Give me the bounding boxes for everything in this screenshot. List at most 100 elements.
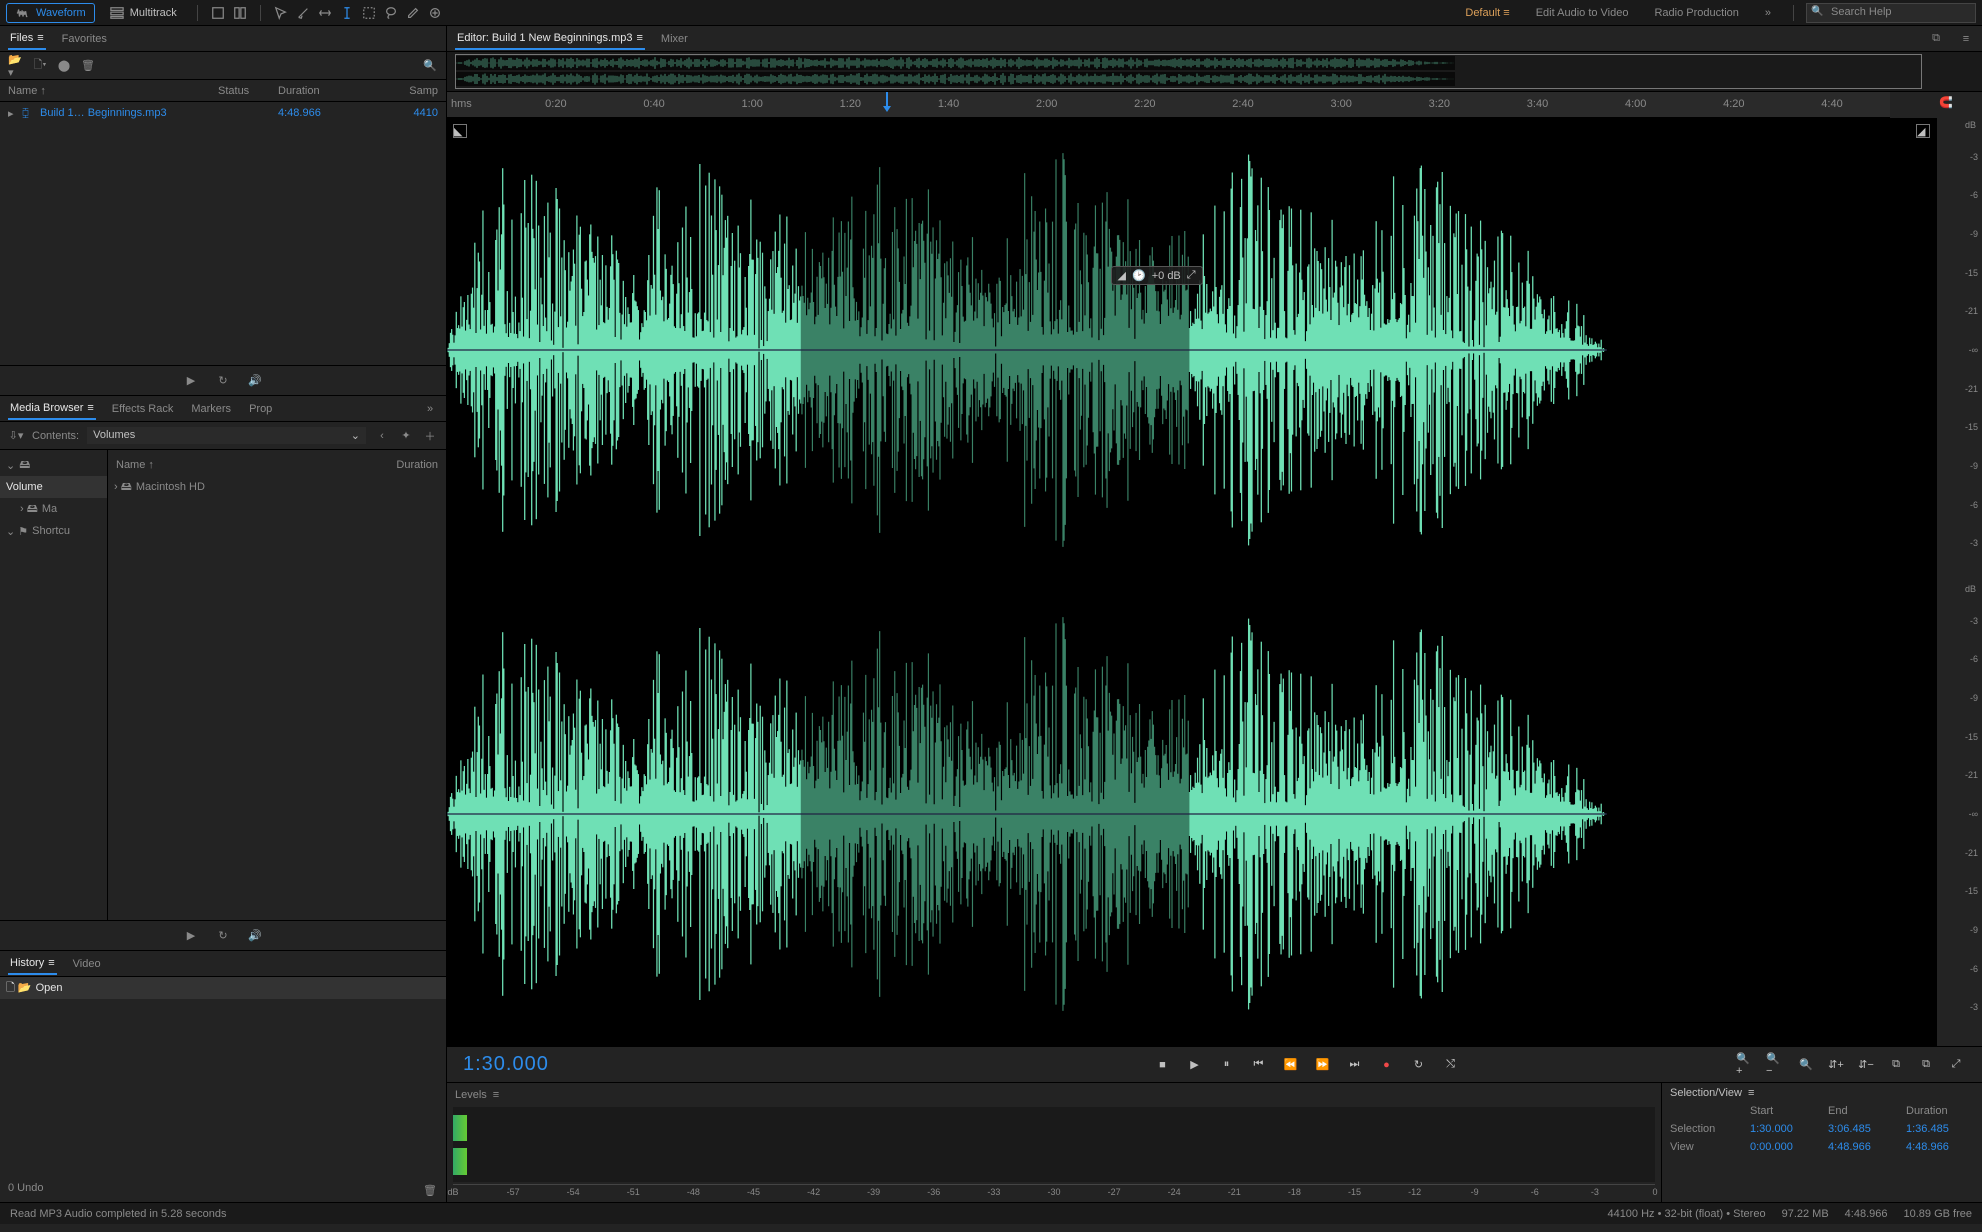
status-duration: 4:48.966 xyxy=(1845,1208,1888,1220)
levels-meter[interactable] xyxy=(453,1107,1655,1182)
pause-button[interactable]: ⏸ xyxy=(1217,1055,1237,1075)
spectral-freq-icon[interactable] xyxy=(210,5,226,21)
zoom-full-icon[interactable]: ⤢ xyxy=(1946,1055,1966,1075)
volume-hud[interactable]: ◢ 🕑 +0 dB ⤢ xyxy=(1111,266,1203,285)
workspace-radio[interactable]: Radio Production xyxy=(1644,4,1748,22)
workspace-edit-av[interactable]: Edit Audio to Video xyxy=(1526,4,1639,22)
media-list-header[interactable]: Name ↑ Duration xyxy=(108,454,446,476)
workspace-default[interactable]: Default ≡ xyxy=(1455,4,1519,22)
levels-scale-tick: -45 xyxy=(747,1187,760,1197)
slip-tool-icon[interactable] xyxy=(317,5,333,21)
sv-view-dur[interactable]: 4:48.966 xyxy=(1906,1141,1974,1153)
zoom-reset-icon[interactable]: 🔍 xyxy=(1796,1055,1816,1075)
tab-mixer[interactable]: Mixer xyxy=(659,29,690,49)
tree-item-shortcuts[interactable]: ⌄ ⚑ Shortcu xyxy=(0,520,107,542)
panel-overflow-icon[interactable]: » xyxy=(422,401,438,417)
search-help-input[interactable]: Search Help xyxy=(1806,3,1976,23)
autoplay-icon[interactable]: 🔊 xyxy=(247,373,263,389)
time-display[interactable]: 1:30.000 xyxy=(457,1053,877,1076)
open-file-icon[interactable]: 📂▾ xyxy=(8,58,24,74)
tab-media-browser[interactable]: Media Browser ≡ xyxy=(8,398,96,420)
loop-preview-icon[interactable]: ↻ xyxy=(215,373,231,389)
filter-icon[interactable]: ✦ xyxy=(398,428,414,444)
rewind-button[interactable]: ⏪ xyxy=(1281,1055,1301,1075)
workspace-more[interactable]: » xyxy=(1755,4,1781,22)
tree-item-mac[interactable]: › 🖴 Ma xyxy=(0,498,107,520)
hud-toggle-icon[interactable]: ⧉ xyxy=(1928,31,1944,47)
delete-icon[interactable]: 🗑 xyxy=(80,58,96,74)
trash-history-icon[interactable]: 🗑 xyxy=(422,1182,438,1198)
sv-sel-start[interactable]: 1:30.000 xyxy=(1750,1123,1818,1135)
amp-tick: -3 xyxy=(1970,152,1978,162)
zoom-out-amp-icon[interactable]: ⇵− xyxy=(1856,1055,1876,1075)
pin-icon[interactable]: ≡ xyxy=(1958,31,1974,47)
marquee-tool-icon[interactable] xyxy=(361,5,377,21)
loop-preview2-icon[interactable]: ↻ xyxy=(215,928,231,944)
tab-files[interactable]: Files ≡ xyxy=(8,28,46,50)
media-list-item[interactable]: › 🖴 Macintosh HD xyxy=(108,476,446,498)
ffwd-button[interactable]: ⏩ xyxy=(1313,1055,1333,1075)
tree-toggle[interactable]: ⌄ 🖴 xyxy=(0,454,107,476)
razor-tool-icon[interactable] xyxy=(295,5,311,21)
contents-dropdown[interactable]: Volumes⌄ xyxy=(87,427,366,444)
status-format: 44100 Hz • 32-bit (float) • Stereo xyxy=(1607,1208,1765,1220)
overview-waveform[interactable] xyxy=(447,52,1982,92)
loop-button[interactable]: ↻ xyxy=(1409,1055,1429,1075)
play-preview-icon[interactable]: ▶ xyxy=(183,373,199,389)
sv-view-end[interactable]: 4:48.966 xyxy=(1828,1141,1896,1153)
overview-viewport[interactable] xyxy=(455,54,1922,89)
sv-sel-dur[interactable]: 1:36.485 xyxy=(1906,1123,1974,1135)
pin-hud-icon[interactable]: ⤢ xyxy=(1187,269,1196,282)
amplitude-scale[interactable]: dBL-3-6-9-15-21-∞-21-15-9-6-3 dBR-3-6-9-… xyxy=(1936,118,1982,1046)
history-item-open[interactable]: 🗋 📂 Open xyxy=(0,977,446,999)
fade-out-handle[interactable]: ◢ xyxy=(1916,124,1930,138)
playhead[interactable] xyxy=(880,92,894,118)
search-files-icon[interactable]: 🔍 xyxy=(422,58,438,74)
ingest-icon[interactable]: ⇩▾ xyxy=(8,428,24,444)
zoom-out-time-icon[interactable]: 🔍− xyxy=(1766,1055,1786,1075)
tab-video[interactable]: Video xyxy=(71,954,103,974)
multitrack-mode-button[interactable]: Multitrack xyxy=(101,3,185,23)
lasso-tool-icon[interactable] xyxy=(383,5,399,21)
expand-icon[interactable]: ▸ xyxy=(8,107,22,120)
ruler-tick: 2:00 xyxy=(1036,98,1057,117)
zoom-sel-in-icon[interactable]: ⧉ xyxy=(1886,1055,1906,1075)
snap-icon[interactable]: 🧲 xyxy=(1938,94,1954,110)
fade-in-handle[interactable]: ◣ xyxy=(453,124,467,138)
autoplay2-icon[interactable]: 🔊 xyxy=(247,928,263,944)
go-start-button[interactable]: ⏮ xyxy=(1249,1055,1269,1075)
zoom-in-amp-icon[interactable]: ⇵+ xyxy=(1826,1055,1846,1075)
waveform-display[interactable]: ◢ 🕑 +0 dB ⤢ ◣ ◢ xyxy=(447,118,1936,1046)
files-list-header[interactable]: Name ↑ Status Duration Samp xyxy=(0,80,446,102)
record-button[interactable]: ● xyxy=(1377,1055,1397,1075)
sv-view-start[interactable]: 0:00.000 xyxy=(1750,1141,1818,1153)
play-button[interactable]: ▶ xyxy=(1185,1055,1205,1075)
zoom-in-time-icon[interactable]: 🔍+ xyxy=(1736,1055,1756,1075)
tab-favorites[interactable]: Favorites xyxy=(60,29,109,49)
tree-item-volumes[interactable]: Volume xyxy=(0,476,107,498)
spectral-pitch-icon[interactable] xyxy=(232,5,248,21)
hud-db-value[interactable]: +0 dB xyxy=(1152,270,1181,282)
waveform-mode-button[interactable]: Waveform xyxy=(6,3,95,23)
sv-sel-end[interactable]: 3:06.485 xyxy=(1828,1123,1896,1135)
go-end-button[interactable]: ⏭ xyxy=(1345,1055,1365,1075)
zoom-sel-out-icon[interactable]: ⧉ xyxy=(1916,1055,1936,1075)
tab-markers[interactable]: Markers xyxy=(189,399,233,419)
brush-tool-icon[interactable] xyxy=(405,5,421,21)
file-row[interactable]: ▸ ⧮ Build 1… Beginnings.mp3 4:48.966 441… xyxy=(0,102,446,124)
tab-editor[interactable]: Editor: Build 1 New Beginnings.mp3 ≡ xyxy=(455,28,645,50)
new-file-icon[interactable]: 🗋▾ xyxy=(32,58,48,74)
skip-selection-button[interactable]: ⤭ xyxy=(1441,1055,1461,1075)
stop-button[interactable]: ■ xyxy=(1153,1055,1173,1075)
time-ruler[interactable]: hms 0:200:401:001:201:402:002:202:403:00… xyxy=(447,92,1890,118)
play-preview2-icon[interactable]: ▶ xyxy=(183,928,199,944)
time-select-tool-icon[interactable] xyxy=(339,5,355,21)
tab-effects-rack[interactable]: Effects Rack xyxy=(110,399,176,419)
tab-properties[interactable]: Prop xyxy=(247,399,274,419)
record-icon[interactable]: ⬤ xyxy=(56,58,72,74)
move-tool-icon[interactable] xyxy=(273,5,289,21)
back-icon[interactable]: ‹ xyxy=(374,428,390,444)
tab-history[interactable]: History ≡ xyxy=(8,953,57,975)
add-shortcut-icon[interactable]: ＋ xyxy=(422,428,438,444)
spot-heal-tool-icon[interactable] xyxy=(427,5,443,21)
